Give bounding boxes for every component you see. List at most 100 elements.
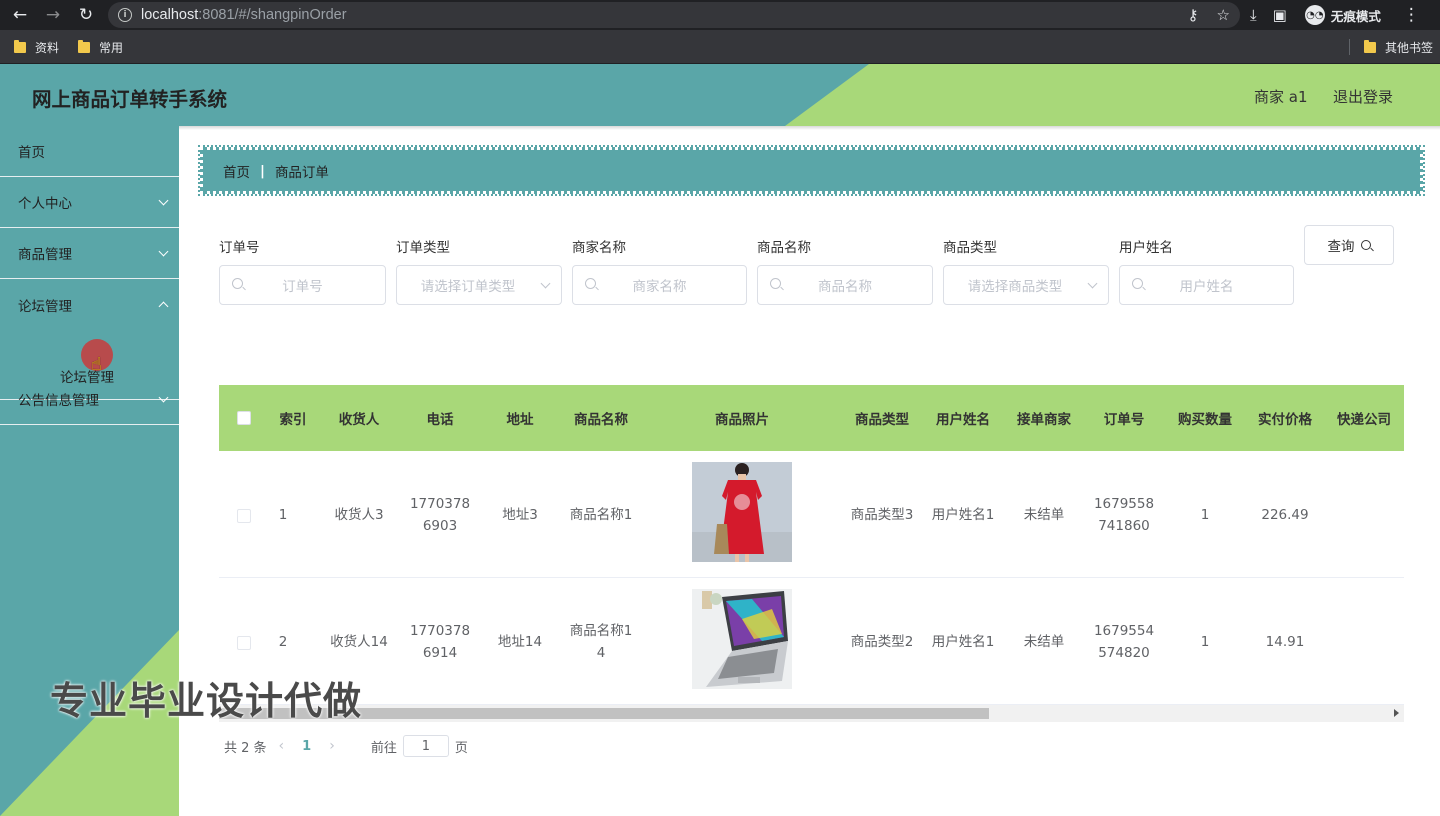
table-header: 索引 收货人 电话 地址 商品名称 商品照片 商品类型 用户姓名 接单商家 订单… xyxy=(219,385,1404,451)
download-icon[interactable]: ⤓ xyxy=(1250,6,1257,24)
col-product-name: 商品名称 xyxy=(574,412,628,428)
col-courier: 快递公司 xyxy=(1337,412,1391,428)
cell-address: 地址3 xyxy=(502,506,538,523)
total-count: 共 2 条 xyxy=(224,740,267,756)
cell-quantity: 1 xyxy=(1200,633,1210,650)
table-row[interactable]: 2 收货人14 17703786914 地址14 商品名称14 商品类型2 用户… xyxy=(219,578,1404,705)
row-checkbox[interactable] xyxy=(237,509,251,523)
page-unit-label: 页 xyxy=(454,740,468,756)
watermark-text: 专业毕业设计代做 xyxy=(50,679,363,723)
header-shadow xyxy=(0,126,1440,130)
cell-phone: 17703786914 xyxy=(409,622,471,661)
forward-icon[interactable]: → xyxy=(40,2,66,28)
cell-order-no: 1679558741860 xyxy=(1093,495,1155,534)
incognito-indicator[interactable]: ◔◔ 无痕模式 xyxy=(1304,5,1381,25)
col-quantity: 购买数量 xyxy=(1178,412,1232,428)
horizontal-scrollbar[interactable] xyxy=(219,705,1404,722)
bookmark-folder[interactable]: 常用 xyxy=(78,39,123,56)
product-photo-laptop xyxy=(692,589,792,689)
more-menu-icon[interactable]: ⋮ xyxy=(1403,5,1420,25)
cell-phone: 17703786903 xyxy=(409,495,471,534)
product-photo-red-dress xyxy=(692,462,792,562)
key-icon[interactable]: ⚷ xyxy=(1188,6,1199,24)
scroll-right-icon[interactable] xyxy=(1394,709,1399,717)
search-icon xyxy=(770,278,781,289)
cell-user-name: 用户姓名1 xyxy=(931,506,995,523)
col-price: 实付价格 xyxy=(1258,412,1312,428)
bookmarks-bar: 资料 常用 其他书签 xyxy=(0,30,1440,64)
back-icon[interactable]: ← xyxy=(7,2,33,28)
col-phone: 电话 xyxy=(426,412,454,428)
cell-product-name: 商品名称14 xyxy=(569,622,633,661)
orders-table: 索引 收货人 电话 地址 商品名称 商品照片 商品类型 用户姓名 接单商家 订单… xyxy=(219,385,1404,723)
bookmark-folder[interactable]: 资料 xyxy=(14,39,59,56)
col-index: 索引 xyxy=(279,412,307,428)
col-merchant: 接单商家 xyxy=(1017,412,1071,428)
cell-merchant: 未结单 xyxy=(1023,633,1065,650)
order-no-input[interactable]: 订单号 xyxy=(219,265,386,305)
cell-index: 1 xyxy=(278,506,288,523)
star-icon[interactable]: ☆ xyxy=(1217,6,1230,24)
col-address: 地址 xyxy=(506,412,534,428)
product-type-label: 商品类型 xyxy=(943,240,997,256)
col-product-type: 商品类型 xyxy=(855,412,909,428)
breadcrumb-current: 商品订单 xyxy=(274,164,329,181)
sidebar-item-home[interactable]: 首页 xyxy=(0,126,179,177)
search-icon xyxy=(585,278,596,289)
col-product-photo: 商品照片 xyxy=(715,412,769,428)
breadcrumb-home[interactable]: 首页 xyxy=(223,161,250,181)
search-icon xyxy=(232,278,243,289)
cell-user-name: 用户姓名1 xyxy=(931,633,995,650)
other-bookmarks[interactable]: 其他书签 xyxy=(1364,39,1433,56)
logout-link[interactable]: 退出登录 xyxy=(1333,86,1393,107)
order-no-label: 订单号 xyxy=(219,240,260,256)
cell-courier xyxy=(1324,451,1404,578)
chevron-down-icon xyxy=(158,195,169,206)
product-name-label: 商品名称 xyxy=(757,240,811,256)
cell-product-type: 商品类型3 xyxy=(850,506,914,523)
browser-toolbar: ← → ↻ i localhost:8081/#/shangpinOrder ⚷… xyxy=(0,0,1440,30)
col-receiver: 收货人 xyxy=(338,412,380,428)
col-user-name: 用户姓名 xyxy=(936,412,990,428)
goto-label: 前往 xyxy=(370,740,397,756)
product-type-select[interactable]: 请选择商品类型 xyxy=(943,265,1109,305)
folder-icon xyxy=(78,40,90,53)
breadcrumb-separator: | xyxy=(260,162,265,179)
chevron-down-icon xyxy=(158,246,169,257)
chevron-up-icon xyxy=(158,301,169,312)
select-all-checkbox[interactable] xyxy=(237,411,251,425)
app-header: 网上商品订单转手系统 商家 a1 退出登录 xyxy=(0,64,1440,126)
cell-product-name: 商品名称1 xyxy=(569,506,633,523)
row-checkbox[interactable] xyxy=(237,636,251,650)
product-name-input[interactable]: 商品名称 xyxy=(757,265,933,305)
merchant-name-input[interactable]: 商家名称 xyxy=(572,265,747,305)
url-text: localhost:8081/#/shangpinOrder xyxy=(141,7,347,23)
sidepanel-icon[interactable]: ▣ xyxy=(1273,6,1287,24)
sidebar-item-product-management[interactable]: 商品管理 xyxy=(0,228,179,279)
folder-icon xyxy=(1364,40,1376,53)
cell-quantity: 1 xyxy=(1200,506,1210,523)
sidebar-item-announcements[interactable]: 公告信息管理 xyxy=(0,374,179,425)
reload-icon[interactable]: ↻ xyxy=(73,2,99,28)
page-number-current[interactable]: 1 xyxy=(302,739,311,754)
next-page-icon[interactable]: › xyxy=(329,738,335,754)
app-title: 网上商品订单转手系统 xyxy=(32,88,228,111)
table-row[interactable]: 1 收货人3 17703786903 地址3 商品名称1 商品类型3 用户姓名1… xyxy=(219,451,1404,578)
address-bar[interactable]: i localhost:8081/#/shangpinOrder ⚷ ☆ xyxy=(108,2,1240,28)
page-jump-input[interactable]: 1 xyxy=(402,735,449,757)
query-button[interactable]: 查询 xyxy=(1304,225,1394,265)
prev-page-icon[interactable]: ‹ xyxy=(279,738,285,754)
cell-price: 14.91 xyxy=(1265,633,1305,650)
order-type-select[interactable]: 请选择订单类型 xyxy=(396,265,562,305)
bookmark-divider xyxy=(1349,39,1350,55)
hand-cursor-icon: ☝ xyxy=(91,354,102,375)
cell-product-type: 商品类型2 xyxy=(850,633,914,650)
sidebar-item-forum-management[interactable]: 论坛管理 xyxy=(0,279,179,330)
chevron-down-icon xyxy=(158,392,169,403)
pagination: 共 2 条 ‹ 1 › 前往 1 页 xyxy=(224,733,468,759)
site-info-icon[interactable]: i xyxy=(118,8,132,22)
user-name-input[interactable]: 用户姓名 xyxy=(1119,265,1294,305)
sidebar-item-personal-center[interactable]: 个人中心 xyxy=(0,177,179,228)
cell-price: 226.49 xyxy=(1261,506,1309,523)
user-name-label: 用户姓名 xyxy=(1119,240,1173,256)
